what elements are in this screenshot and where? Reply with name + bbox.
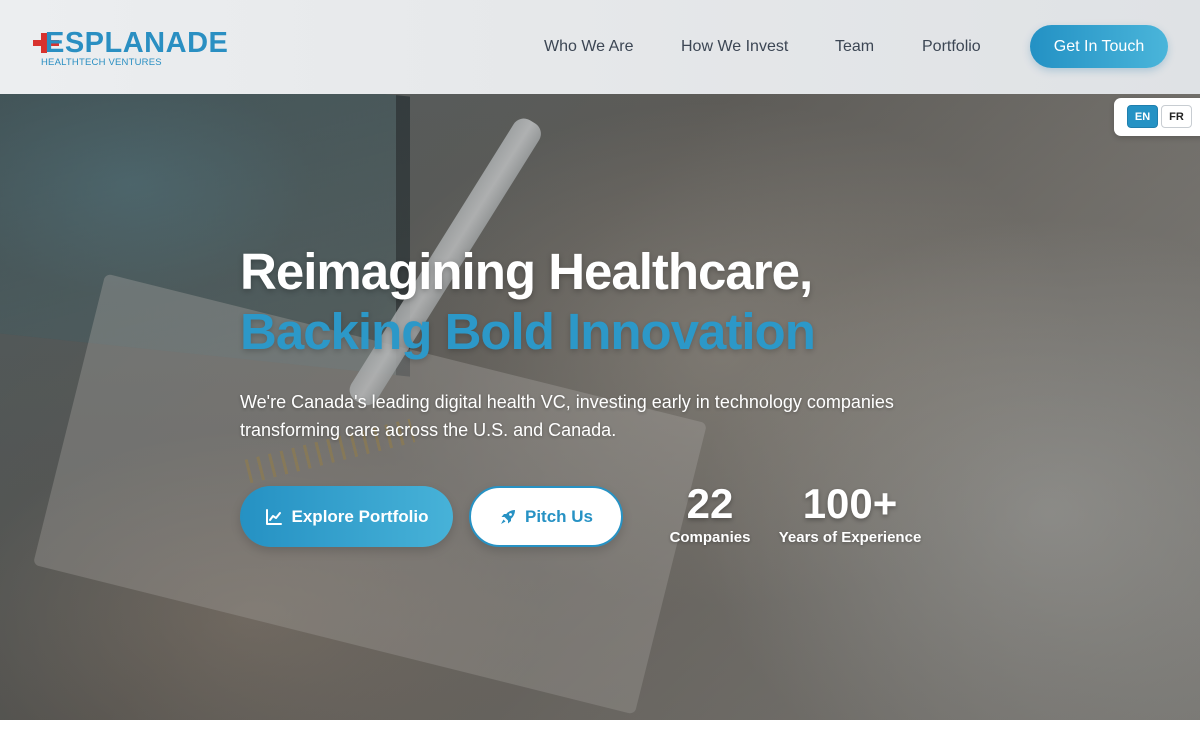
below-hero-area [0,720,1200,750]
brand-name: ESPLANADE [45,27,229,59]
get-in-touch-button[interactable]: Get In Touch [1030,25,1168,68]
language-switcher: EN FR [1114,98,1200,136]
pitch-us-label: Pitch Us [524,506,594,526]
stat-value: 100+ [802,480,898,527]
nav-item-how-we-invest[interactable]: How We Invest [681,37,788,57]
stat-years-experience: 100+ Years of Experience [778,479,922,547]
hero-description: We're Canada's leading digital health VC… [240,392,894,440]
stat-value: 22 [686,480,734,527]
hero-subtitle: Backing Bold Innovation [240,303,816,360]
nav-item-portfolio[interactable]: Portfolio [922,37,981,57]
explore-portfolio-button[interactable]: Explore Portfolio [240,486,453,547]
stat-label: Companies [669,529,751,546]
pitch-us-button[interactable]: Pitch Us [469,486,623,547]
rocket-icon [499,508,517,526]
language-fr-button[interactable]: FR [1161,105,1192,128]
chart-line-icon [265,508,283,526]
hero-title: Reimagining Healthcare, [240,243,813,300]
language-en-button[interactable]: EN [1127,105,1158,128]
explore-portfolio-label: Explore Portfolio [291,506,429,526]
stat-companies: 22 Companies [668,479,752,547]
stat-label: Years of Experience [778,529,922,546]
hero-section: Reimagining Healthcare, Backing Bold Inn… [0,94,1200,720]
nav-item-team[interactable]: Team [835,37,874,57]
brand-tagline: HEALTHTECH VENTURES [41,57,162,68]
nav-item-who-we-are[interactable]: Who We Are [544,37,634,57]
brand-logo[interactable]: ESPLANADE HEALTHTECH VENTURES [31,27,246,71]
site-header: ESPLANADE HEALTHTECH VENTURES Who We Are… [0,0,1200,94]
